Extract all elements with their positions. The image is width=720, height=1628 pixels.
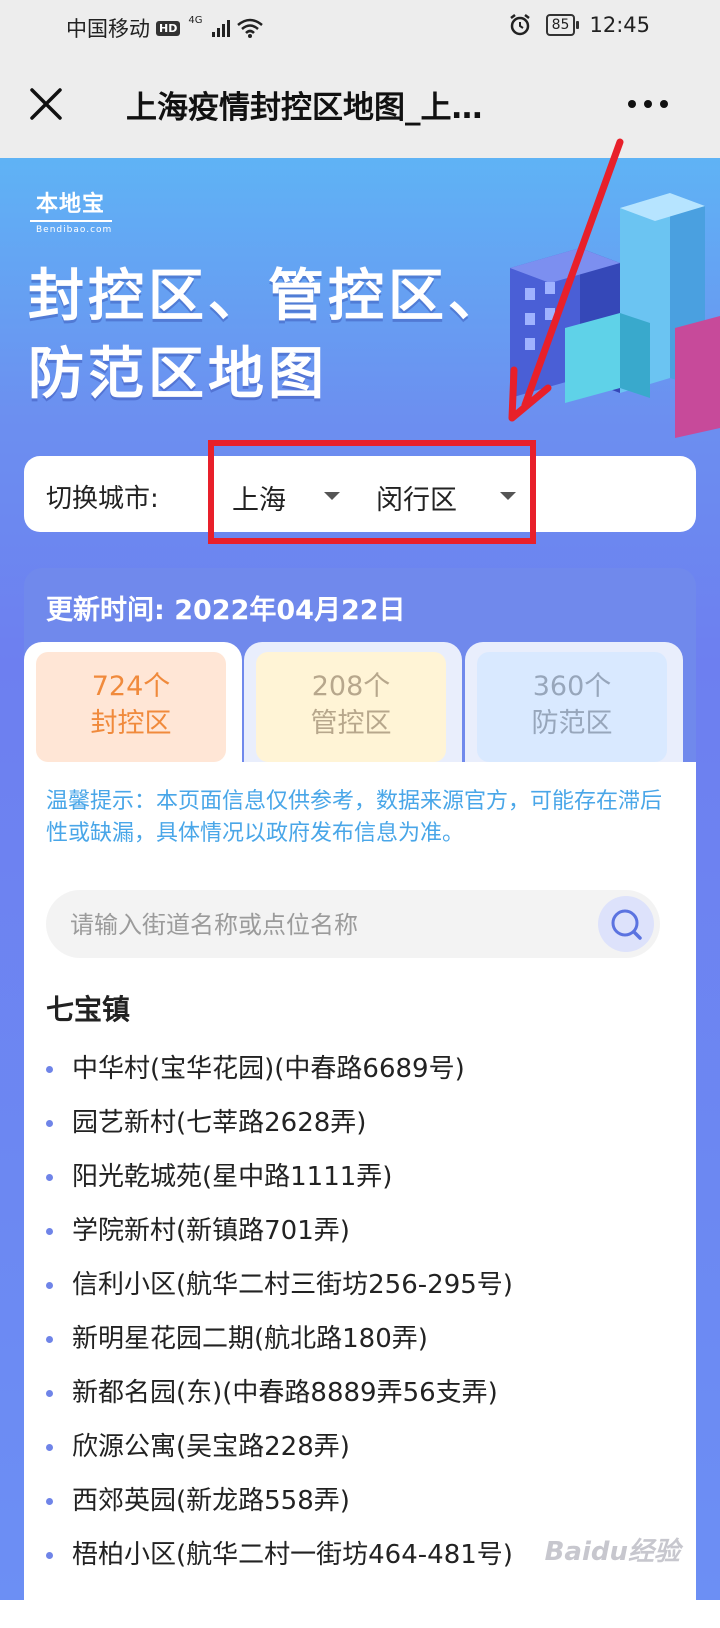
more-menu-icon[interactable]	[628, 100, 668, 108]
status-left: 中国移动 HD 4G	[66, 13, 264, 43]
search-bar	[46, 890, 660, 960]
tab-prevention-card: 360个 防范区	[477, 652, 667, 762]
update-label: 更新时间:	[46, 595, 165, 626]
list-item[interactable]: 西郊英园(新龙路558弄)	[46, 1474, 513, 1528]
search-icon	[611, 909, 642, 940]
list-item[interactable]: 新明星花园二期(航北路180弄)	[46, 1312, 513, 1366]
watermark: Baidu经验	[544, 1537, 680, 1567]
tab-control-card: 208个 管控区	[256, 652, 446, 762]
title-bar: 上海疫情封控区地图_上…	[0, 52, 720, 158]
tab-control-count: 208个	[311, 671, 391, 702]
status-right: 85 12:45	[508, 13, 650, 37]
search-button[interactable]	[598, 896, 654, 952]
hero-line-1: 封控区、管控区、	[28, 264, 508, 329]
tab-control[interactable]: 208个 管控区	[244, 642, 462, 772]
tab-control-name: 管控区	[310, 708, 392, 739]
list-item[interactable]: 梧柏小区(航华二村一街坊464-481号)	[46, 1528, 513, 1582]
logo-name: 本地宝	[30, 186, 113, 222]
tab-lockdown-card: 724个 封控区	[36, 652, 226, 762]
logo-sub: Bendibao.com	[36, 225, 113, 235]
notice-text: 温馨提示：本页面信息仅供参考，数据来源官方，可能存在滞后性或缺漏，具体情况以政府…	[46, 789, 663, 846]
buildings-illustration	[510, 193, 720, 438]
highlight-box	[208, 440, 536, 544]
list-item[interactable]: 中华村(宝华花园)(中春路6689号)	[46, 1042, 513, 1096]
tab-lockdown[interactable]: 724个 封控区	[24, 642, 242, 772]
info-panel: 更新时间: 2022年04月22日 724个 封控区 208个 管控区 360个…	[24, 568, 696, 1628]
search-input[interactable]	[68, 890, 572, 960]
alarm-icon	[509, 14, 530, 36]
network-label: 4G	[188, 14, 203, 26]
brand-logo: 本地宝 Bendibao.com	[30, 186, 113, 235]
close-icon[interactable]	[26, 84, 66, 124]
hero-title: 封控区、管控区、 防范区地图	[28, 258, 508, 414]
city-switcher-label: 切换城市:	[46, 484, 159, 514]
list-item[interactable]: 学院新村(新镇路701弄)	[46, 1204, 513, 1258]
list-item[interactable]: 信利小区(航华二村三街坊256-295号)	[46, 1258, 513, 1312]
signal-icon	[212, 19, 231, 37]
status-bar: 中国移动 HD 4G 85 12:45	[0, 0, 720, 52]
hero-background: 本地宝 Bendibao.com 封控区、管控区、 防范区地图 切换城市: 上海…	[0, 158, 720, 1628]
list-item[interactable]: 园艺新村(七莘路2628弄)	[46, 1096, 513, 1150]
clock: 12:45	[589, 13, 650, 37]
list-item[interactable]: 欣源公寓(吴宝路228弄)	[46, 1420, 513, 1474]
tab-prevention[interactable]: 360个 防范区	[465, 642, 683, 772]
battery-icon: 85	[545, 14, 580, 36]
tab-prevention-name: 防范区	[531, 708, 613, 739]
update-time: 更新时间: 2022年04月22日	[46, 588, 406, 627]
hero-line-2: 防范区地图	[28, 342, 328, 407]
page-title: 上海疫情封控区地图_上…	[126, 90, 483, 126]
list-item[interactable]: 阳光乾城苑(星中路1111弄)	[46, 1150, 513, 1204]
town-title: 七宝镇	[46, 993, 131, 1026]
list-item[interactable]: 新都名园(东)(中春路8889弄56支弄)	[46, 1366, 513, 1420]
carrier-label: 中国移动	[66, 17, 150, 41]
content-area: 温馨提示：本页面信息仅供参考，数据来源官方，可能存在滞后性或缺漏，具体情况以政府…	[24, 762, 696, 1628]
tab-prevention-count: 360个	[532, 671, 612, 702]
area-list: 中华村(宝华花园)(中春路6689号) 园艺新村(七莘路2628弄) 阳光乾城苑…	[46, 1042, 513, 1582]
tab-lockdown-count: 724个	[91, 671, 171, 702]
tab-lockdown-name: 封控区	[90, 708, 172, 739]
wifi-icon	[237, 18, 264, 38]
hd-badge: HD	[156, 20, 181, 36]
update-date: 2022年04月22日	[174, 595, 406, 626]
